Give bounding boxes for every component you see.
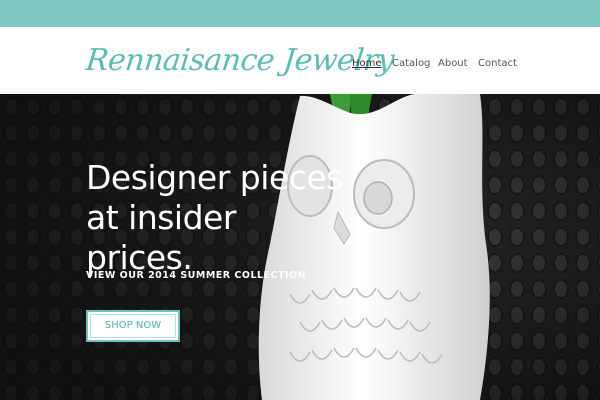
hero-headline-block: Designer pieces at insider prices. (86, 158, 346, 278)
hero-subhead: VIEW OUR 2014 SUMMER COLLECTION (86, 270, 307, 281)
main-nav: Home Catalog About Contact (0, 57, 600, 73)
hero-headline: Designer pieces at insider prices. (86, 158, 346, 278)
hero-headline-line-1: Designer pieces (86, 158, 343, 197)
nav-item-contact[interactable]: Contact (478, 57, 517, 71)
hero-banner: Designer pieces at insider prices. VIEW … (0, 94, 600, 400)
top-accent-bar (0, 0, 600, 27)
shop-now-button[interactable]: SHOP NOW (86, 310, 180, 342)
nav-item-home[interactable]: Home (352, 57, 382, 71)
hero-headline-line-2: at insider prices. (86, 198, 236, 277)
nav-item-catalog[interactable]: Catalog (392, 57, 430, 71)
nav-item-about[interactable]: About (438, 57, 468, 71)
site-header: Rennaisance Jewelry Home Catalog About C… (0, 27, 600, 94)
